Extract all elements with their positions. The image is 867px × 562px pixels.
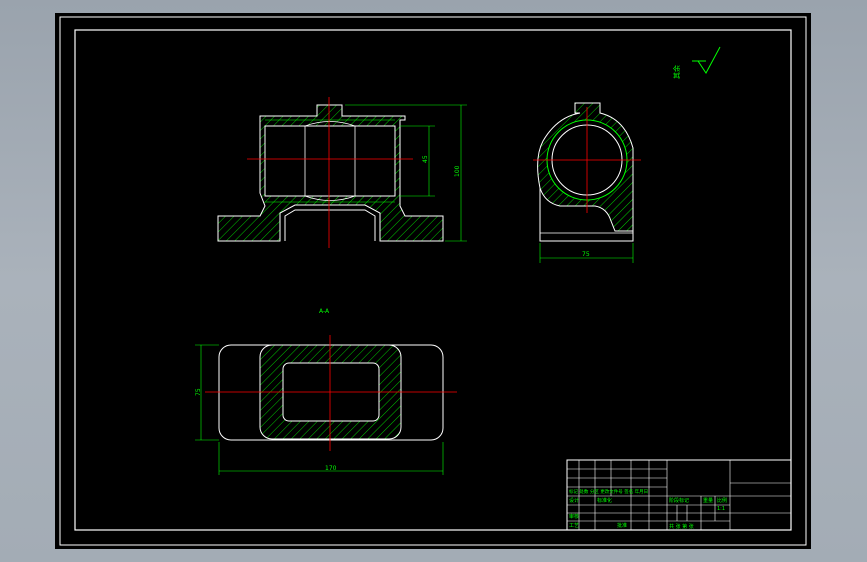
title-block[interactable]: 标记 处数 分区 更改文件号 签名 年月日 设计 标准化 阶段标记 重量 比例 … bbox=[566, 459, 792, 531]
title-block-scale: 比例 bbox=[717, 497, 727, 504]
dimension-front-total-height: 100 bbox=[454, 165, 461, 177]
title-block-standard: 标准化 bbox=[597, 497, 612, 504]
plan-view[interactable]: A-A 75 170 bbox=[195, 308, 457, 475]
dimension-plan-width: 170 bbox=[325, 465, 337, 472]
side-view[interactable]: 75 bbox=[533, 102, 641, 263]
title-block-designer: 设计 bbox=[569, 497, 579, 504]
title-block-change-row: 标记 处数 分区 更改文件号 签名 年月日 bbox=[569, 488, 648, 495]
title-block-scale-value: 1:1 bbox=[717, 506, 725, 512]
title-block-approve: 批准 bbox=[617, 522, 627, 529]
section-label: A-A bbox=[319, 308, 330, 315]
title-block-checker: 审核 bbox=[569, 513, 579, 520]
roughness-note: 其余 bbox=[672, 65, 681, 79]
title-block-process: 工艺 bbox=[569, 523, 579, 529]
dimension-front-inner-height: 45 bbox=[422, 155, 429, 163]
front-view-bore bbox=[264, 125, 396, 197]
roughness-symbol: 其余 bbox=[672, 46, 721, 79]
cad-viewport[interactable]: 其余 45 100 75 A-A 75 170 标记 处数 分区 更改文件号 签… bbox=[55, 13, 811, 549]
title-block-weight: 重量 bbox=[703, 497, 713, 504]
title-block-sheet: 共 张 第 张 bbox=[669, 523, 694, 530]
title-block-stage-mark: 阶段标记 bbox=[669, 497, 689, 504]
dimension-plan-height: 75 bbox=[195, 388, 202, 396]
front-view[interactable]: 45 100 bbox=[217, 97, 467, 248]
outer-border bbox=[59, 16, 807, 546]
dimension-side-width: 75 bbox=[582, 251, 590, 258]
